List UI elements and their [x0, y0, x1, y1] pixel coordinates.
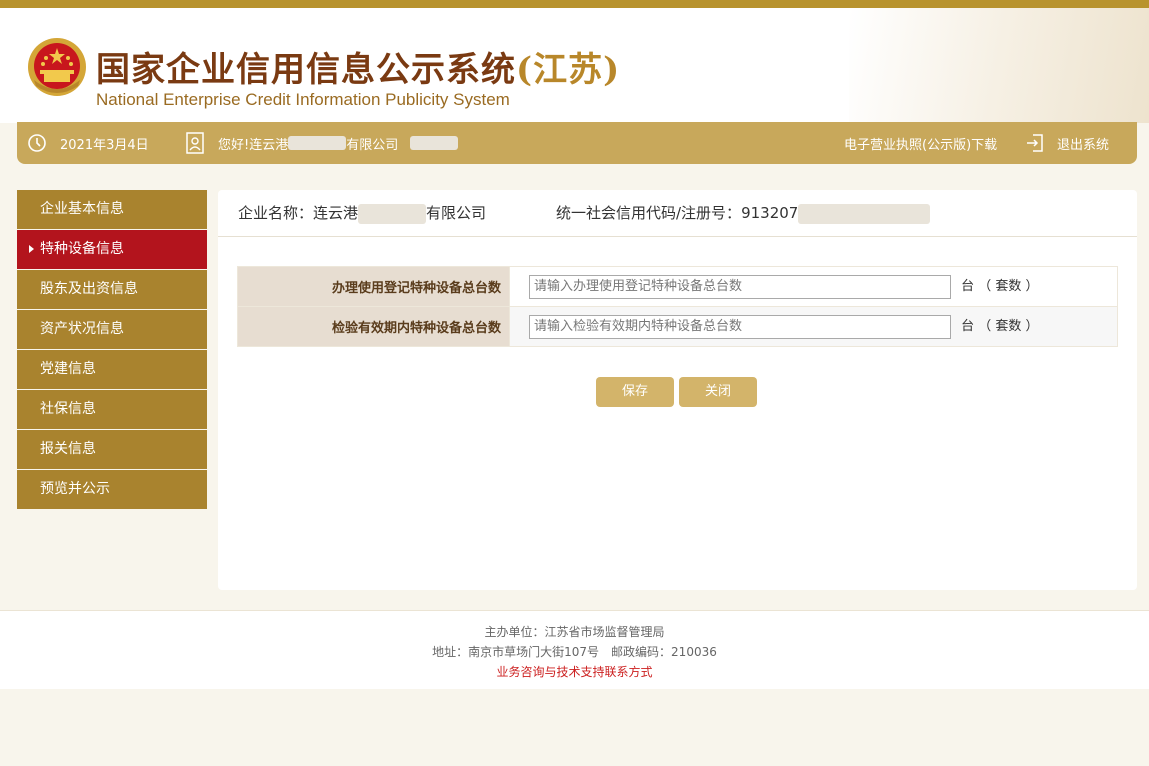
sidebar-item-customs[interactable]: 报关信息 — [17, 430, 207, 469]
license-download-link[interactable]: 电子营业执照(公示版)下载 — [844, 122, 997, 164]
current-date: 2021年3月4日 — [60, 137, 149, 153]
registered-equipment-cell: 台 （ 套数 ） — [509, 266, 1118, 307]
footer-postcode: 邮政编码：210036 — [611, 645, 717, 659]
user-greeting: 您好!连云港 有限公司 — [185, 122, 459, 164]
user-info-bar: 2021年3月4日 您好!连云港 有限公司 电子营业执照(公示版)下载 退出系统 — [17, 122, 1137, 164]
inspected-equipment-cell: 台 （ 套数 ） — [509, 306, 1118, 347]
company-name: 企业名称：连云港 有限公司 — [238, 190, 486, 236]
form-row: 检验有效期内特种设备总台数 台 （ 套数 ） — [237, 306, 1118, 347]
site-footer: 主办单位：江苏省市场监督管理局 地址：南京市草场门大街107号 邮政编码：2100… — [0, 610, 1149, 689]
top-accent-bar — [0, 0, 1149, 8]
sidebar-nav: 企业基本信息 特种设备信息 股东及出资信息 资产状况信息 党建信息 社保信息 报… — [17, 190, 207, 510]
greeting-prefix: 您好!连云港 — [218, 137, 289, 153]
site-header: 国家企业信用信息公示系统(江苏) National Enterprise Cre… — [0, 8, 1149, 123]
close-button[interactable]: 关闭 — [679, 377, 757, 407]
registered-equipment-input[interactable] — [529, 274, 951, 299]
sidebar-item-special-equipment[interactable]: 特种设备信息 — [17, 230, 207, 269]
footer-address: 地址：南京市草场门大街107号 — [432, 645, 600, 659]
main-panel: 企业名称：连云港 有限公司 统一社会信用代码/注册号：913207 办理使用登记特… — [218, 190, 1137, 590]
greeting-suffix: 有限公司 — [346, 137, 399, 153]
logout-label: 退出系统 — [1057, 137, 1110, 153]
date-display: 2021年3月4日 — [27, 122, 149, 164]
clock-icon — [28, 134, 46, 152]
inspected-equipment-input[interactable] — [529, 314, 951, 339]
credit-code-label: 统一社会信用代码/注册号： — [556, 204, 742, 222]
unit-label: 台 （ 套数 ） — [961, 279, 1039, 294]
site-subtitle: National Enterprise Credit Information P… — [96, 90, 510, 109]
national-emblem-icon — [28, 38, 86, 96]
site-title-main: 国家企业信用信息公示系统 — [96, 50, 516, 90]
credit-code-prefix: 913207 — [741, 204, 799, 222]
redacted-user — [410, 136, 459, 150]
redacted-credit-code — [798, 203, 931, 224]
sidebar-item-basic-info[interactable]: 企业基本信息 — [17, 190, 207, 229]
save-button[interactable]: 保存 — [596, 377, 674, 407]
unit-label: 台 （ 套数 ） — [961, 319, 1039, 334]
sidebar-item-preview-publish[interactable]: 预览并公示 — [17, 470, 207, 509]
license-download-label: 电子营业执照(公示版)下载 — [844, 137, 998, 153]
sidebar-item-shareholders[interactable]: 股东及出资信息 — [17, 270, 207, 309]
footer-sponsor: 主办单位：江苏省市场监督管理局 — [484, 625, 665, 639]
logout-button[interactable]: 退出系统 — [1025, 122, 1109, 164]
inspected-equipment-label: 检验有效期内特种设备总台数 — [237, 306, 510, 347]
equipment-form: 办理使用登记特种设备总台数 台 （ 套数 ） 检验有效期内特种设备总台数 台 （… — [237, 266, 1118, 347]
user-card-icon — [186, 132, 204, 154]
registered-equipment-label: 办理使用登记特种设备总台数 — [237, 266, 510, 307]
form-row: 办理使用登记特种设备总台数 台 （ 套数 ） — [237, 266, 1118, 307]
redacted-company — [358, 203, 427, 224]
header-mountain-decoration — [849, 8, 1149, 123]
company-name-prefix: 连云港 — [313, 204, 359, 222]
site-title: 国家企业信用信息公示系统(江苏) — [96, 42, 620, 91]
company-name-label: 企业名称： — [238, 204, 314, 222]
company-name-suffix: 有限公司 — [426, 204, 487, 222]
site-title-region: (江苏) — [516, 50, 621, 90]
company-info-row: 企业名称：连云港 有限公司 统一社会信用代码/注册号：913207 — [218, 190, 1137, 237]
logout-icon — [1027, 134, 1043, 152]
sidebar-item-party-building[interactable]: 党建信息 — [17, 350, 207, 389]
sidebar-item-assets[interactable]: 资产状况信息 — [17, 310, 207, 349]
support-contact-link[interactable]: 业务咨询与技术支持联系方式 — [0, 662, 1149, 682]
footer-address-line: 地址：南京市草场门大街107号 邮政编码：210036 — [0, 642, 1149, 662]
credit-code: 统一社会信用代码/注册号：913207 — [556, 190, 931, 236]
sidebar-item-social-security[interactable]: 社保信息 — [17, 390, 207, 429]
redacted-name — [288, 136, 347, 150]
